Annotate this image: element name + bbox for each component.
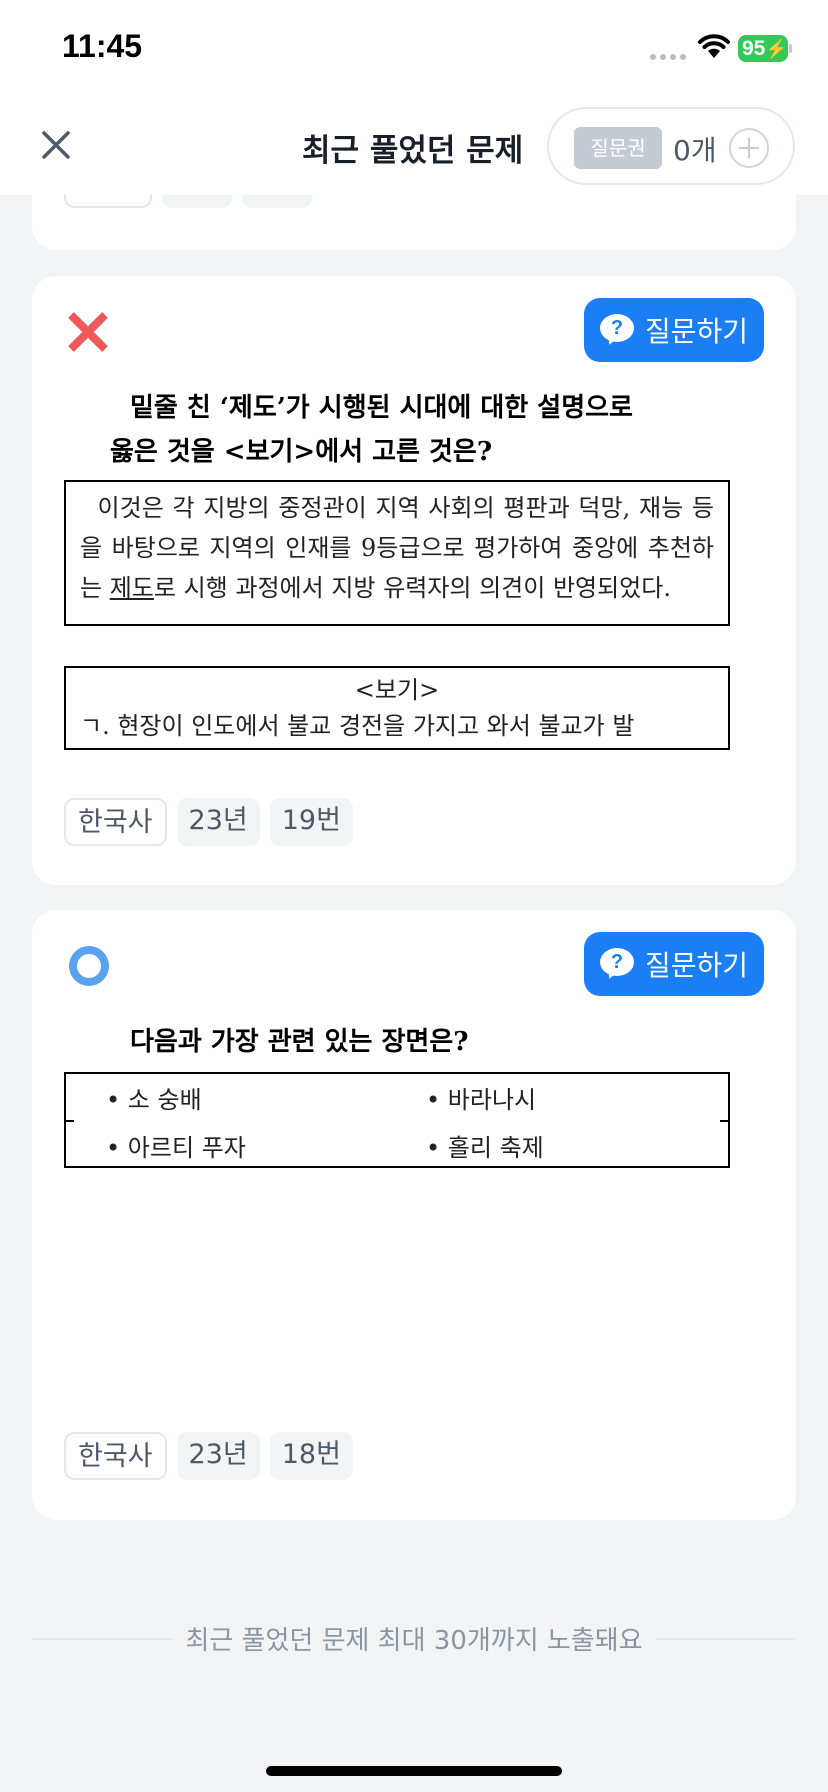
home-indicator[interactable] xyxy=(266,1766,562,1776)
question-ticket-pill[interactable]: 질문권 0개 xyxy=(547,107,795,185)
bogi-box: <보기> ㄱ. 현장이 인도에서 불교 경전을 가지고 와서 불교가 발 xyxy=(64,666,730,750)
problem-image: 다음과 가장 관련 있는 장면은? • 소 숭배 • 바라나시 • 아르티 푸자… xyxy=(64,1020,764,1420)
wifi-icon xyxy=(698,34,730,58)
problem-card[interactable]: ? 질문하기 다음과 가장 관련 있는 장면은? • 소 숭배 • 바라나시 •… xyxy=(32,910,796,1520)
battery-icon: 95⚡ xyxy=(738,35,788,62)
close-icon[interactable] xyxy=(36,125,76,165)
question-bubble-icon: ? xyxy=(600,314,636,347)
page-title: 최근 풀었던 문제 xyxy=(302,133,524,169)
ticket-count: 0개 xyxy=(673,134,717,167)
hint-item: • 홀리 축제 xyxy=(426,1134,544,1162)
top-navigation: 최근 풀었던 문제 질문권 0개 xyxy=(0,95,828,195)
wrong-mark-icon xyxy=(68,312,108,352)
problem-image: 밑줄 친 ‘제도’가 시행된 시대에 대한 설명으로 옳은 것을 <보기>에서 … xyxy=(64,386,764,774)
underlined-term: 제도 xyxy=(109,574,154,602)
list-limit-note: 최근 풀었던 문제 최대 30개까지 노출돼요 xyxy=(32,1620,797,1657)
correct-mark-icon xyxy=(69,946,109,986)
battery-level: 95 xyxy=(742,37,766,60)
ask-question-button[interactable]: ? 질문하기 xyxy=(584,932,764,996)
problem-card[interactable]: ? 질문하기 밑줄 친 ‘제도’가 시행된 시대에 대한 설명으로 옳은 것을 … xyxy=(32,276,796,885)
question-bubble-icon: ? xyxy=(600,948,636,981)
ask-question-button[interactable]: ? 질문하기 xyxy=(584,298,764,362)
divider xyxy=(654,1637,797,1640)
hint-item: • 아르티 푸자 xyxy=(106,1134,246,1162)
passage-text-end: 로 시행 과정에서 지방 유력자의 의견이 반영되었다. xyxy=(153,574,671,602)
tag-subject: 한국사 xyxy=(64,798,167,846)
hint-item: • 소 숭배 xyxy=(106,1086,202,1114)
ask-question-label: 질문하기 xyxy=(645,315,749,348)
question-text: 다음과 가장 관련 있는 장면은? xyxy=(130,1027,469,1057)
battery-cap xyxy=(789,44,792,53)
passage-box: 이것은 각 지방의 중정관이 지역 사회의 평판과 덕망, 재능 등을 바탕으로… xyxy=(64,480,730,626)
question-text: 밑줄 친 ‘제도’가 시행된 시대에 대한 설명으로 옳은 것을 <보기>에서 … xyxy=(64,386,764,474)
list-limit-text: 최근 풀었던 문제 최대 30개까지 노출돼요 xyxy=(185,1626,643,1656)
bogi-option: ㄱ. 현장이 인도에서 불교 경전을 가지고 와서 불교가 발 xyxy=(80,712,635,740)
tag-number: 19번 xyxy=(269,798,353,846)
status-bar: 11:45 95⚡ xyxy=(0,0,828,95)
cellular-signal-icon xyxy=(650,54,686,60)
tag-year: 23년 xyxy=(176,798,260,846)
question-line-2: 옳은 것을 <보기>에서 고른 것은? xyxy=(110,437,493,467)
tag-subject: 한국사 xyxy=(64,1432,167,1480)
ask-question-label: 질문하기 xyxy=(645,949,749,982)
tag-year: 23년 xyxy=(176,1432,260,1480)
hint-box: • 소 숭배 • 바라나시 • 아르티 푸자 • 홀리 축제 xyxy=(64,1072,730,1168)
bogi-title: <보기> xyxy=(354,676,440,704)
status-time: 11:45 xyxy=(62,28,143,64)
tag-list: 한국사 23년 19번 xyxy=(64,798,353,846)
add-ticket-button[interactable] xyxy=(729,128,769,168)
hint-item: • 바라나시 xyxy=(426,1086,537,1114)
divider xyxy=(32,1637,174,1640)
question-line-1: 밑줄 친 ‘제도’가 시행된 시대에 대한 설명으로 xyxy=(130,393,633,423)
tag-number: 18번 xyxy=(269,1432,353,1480)
ticket-icon: 질문권 xyxy=(574,127,662,169)
tag-list: 한국사 23년 18번 xyxy=(64,1432,353,1480)
